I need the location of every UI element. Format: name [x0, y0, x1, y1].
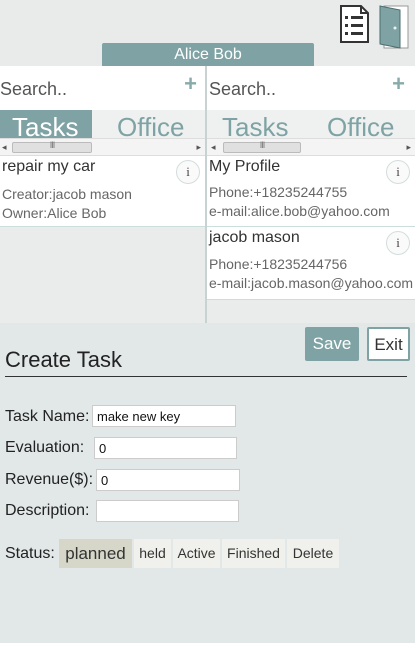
task-list-item[interactable]: repair my car Creator:jacob mason Owner:…: [0, 156, 205, 227]
exit-button[interactable]: Exit: [367, 327, 410, 361]
user-name-tab: Alice Bob: [102, 43, 314, 66]
contact-list-item[interactable]: My Profile Phone:+18235244755 e-mail:ali…: [207, 156, 415, 227]
tab-tasks[interactable]: Tasks: [222, 110, 288, 142]
scroll-left-icon[interactable]: ◂: [2, 139, 7, 155]
grip-icon: III: [259, 140, 265, 150]
empty-list-area: [0, 227, 205, 323]
status-label: Status:: [5, 545, 55, 562]
task-name-field[interactable]: [92, 405, 236, 427]
info-icon[interactable]: i: [386, 160, 410, 184]
tab-office[interactable]: Office: [117, 110, 184, 142]
contact-name: My Profile: [209, 158, 281, 175]
description-label: Description:: [5, 502, 90, 519]
task-title: repair my car: [2, 158, 96, 175]
search-input[interactable]: [0, 79, 160, 100]
revenue-field[interactable]: [96, 469, 240, 491]
scroll-left-icon[interactable]: ◂: [211, 139, 216, 155]
add-button[interactable]: +: [392, 71, 405, 97]
tab-bar: Tasks Office: [0, 110, 205, 142]
status-delete[interactable]: Delete: [287, 539, 339, 568]
horizontal-scrollbar[interactable]: ◂ III ▸: [207, 138, 415, 156]
status-held[interactable]: held: [134, 539, 171, 568]
contact-name: jacob mason: [209, 229, 300, 246]
scroll-right-icon[interactable]: ▸: [406, 139, 411, 155]
description-field[interactable]: [96, 500, 239, 522]
task-name-label: Task Name:: [5, 408, 90, 425]
task-owner: Owner:Alice Bob: [2, 205, 107, 221]
exit-door-icon[interactable]: [378, 4, 410, 50]
empty-list-area: [207, 300, 415, 323]
tab-tasks[interactable]: Tasks: [0, 110, 93, 142]
info-icon[interactable]: i: [386, 231, 410, 255]
status-planned[interactable]: planned: [59, 539, 132, 568]
scroll-right-icon[interactable]: ▸: [196, 139, 201, 155]
save-button[interactable]: Save: [305, 327, 359, 361]
evaluation-label: Evaluation:: [5, 439, 85, 456]
evaluation-field[interactable]: [94, 437, 237, 459]
form-title: Create Task: [5, 347, 122, 372]
search-row: +: [0, 66, 205, 111]
scroll-thumb[interactable]: III: [223, 140, 301, 153]
search-input[interactable]: [209, 79, 369, 100]
grip-icon: III: [49, 140, 55, 150]
add-button[interactable]: +: [184, 71, 197, 97]
info-icon[interactable]: i: [176, 160, 200, 184]
tab-bar: Tasks Office: [207, 110, 415, 142]
office-panel: + Tasks Office ◂ III ▸ My Profile Phone:…: [207, 66, 415, 323]
task-creator: Creator:jacob mason: [2, 186, 132, 202]
status-finished[interactable]: Finished: [222, 539, 285, 568]
tasks-panel: + Tasks Office ◂ III ▸ repair my car Cre…: [0, 66, 205, 323]
scroll-thumb[interactable]: III: [12, 140, 92, 153]
contact-list-item[interactable]: jacob mason Phone:+18235244756 e-mail:ja…: [207, 227, 415, 300]
contact-email: e-mail:alice.bob@yahoo.com: [209, 203, 390, 219]
tasks-list-icon[interactable]: [338, 4, 370, 44]
horizontal-scrollbar[interactable]: ◂ III ▸: [0, 138, 205, 156]
search-row: +: [207, 66, 415, 111]
revenue-label: Revenue($):: [5, 471, 94, 488]
contact-phone: Phone:+18235244756: [209, 256, 348, 272]
contact-phone: Phone:+18235244755: [209, 184, 348, 200]
status-active[interactable]: Active: [173, 539, 220, 568]
tab-office[interactable]: Office: [327, 110, 394, 142]
title-divider: [5, 376, 407, 377]
contact-email: e-mail:jacob.mason@yahoo.com: [209, 275, 414, 291]
